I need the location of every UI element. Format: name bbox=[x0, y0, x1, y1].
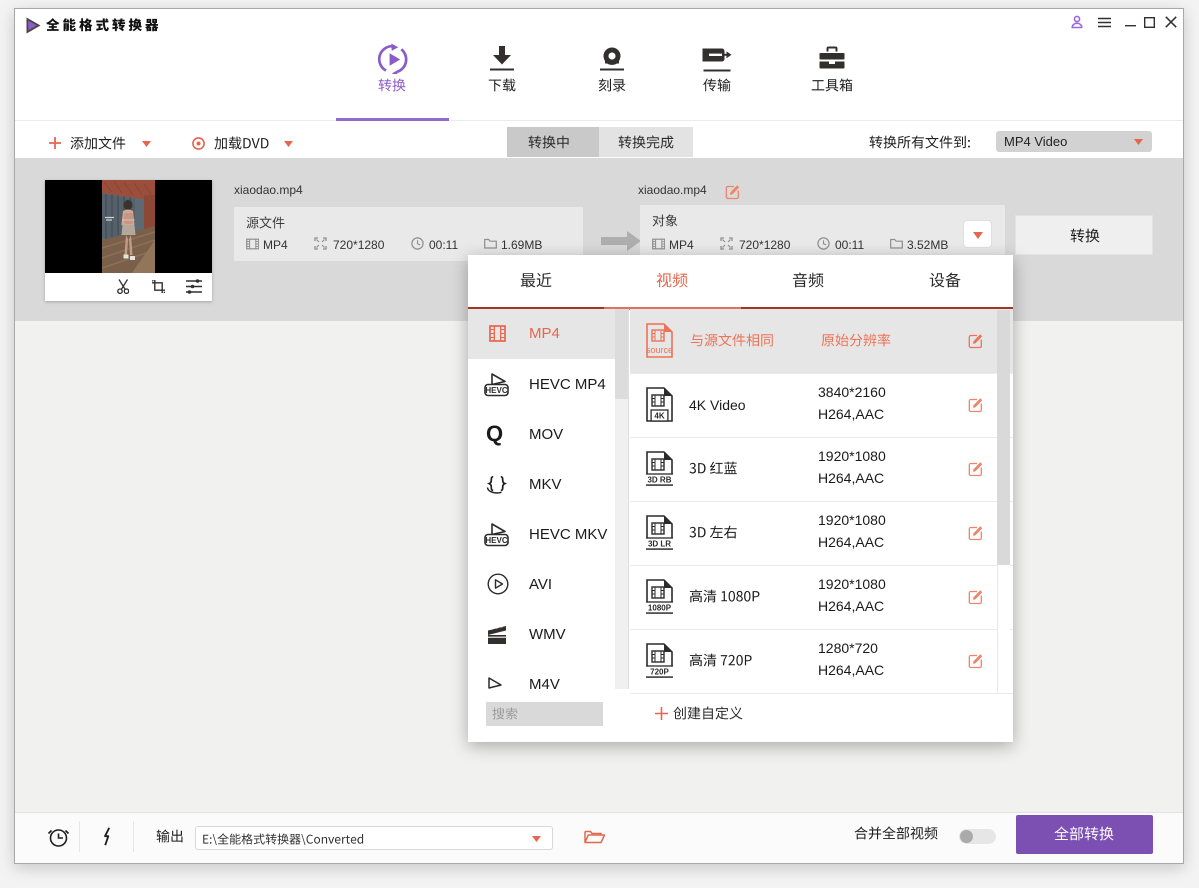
svg-text:720P: 720P bbox=[650, 668, 669, 677]
svg-text:HEVC: HEVC bbox=[485, 386, 507, 395]
svg-text:source: source bbox=[646, 345, 673, 355]
svg-text:3D RB: 3D RB bbox=[647, 476, 671, 485]
svg-text:1080P: 1080P bbox=[648, 604, 672, 613]
svg-text:HEVC: HEVC bbox=[485, 536, 507, 545]
svg-text:3D LR: 3D LR bbox=[648, 540, 671, 549]
svg-text:4K: 4K bbox=[654, 412, 664, 421]
